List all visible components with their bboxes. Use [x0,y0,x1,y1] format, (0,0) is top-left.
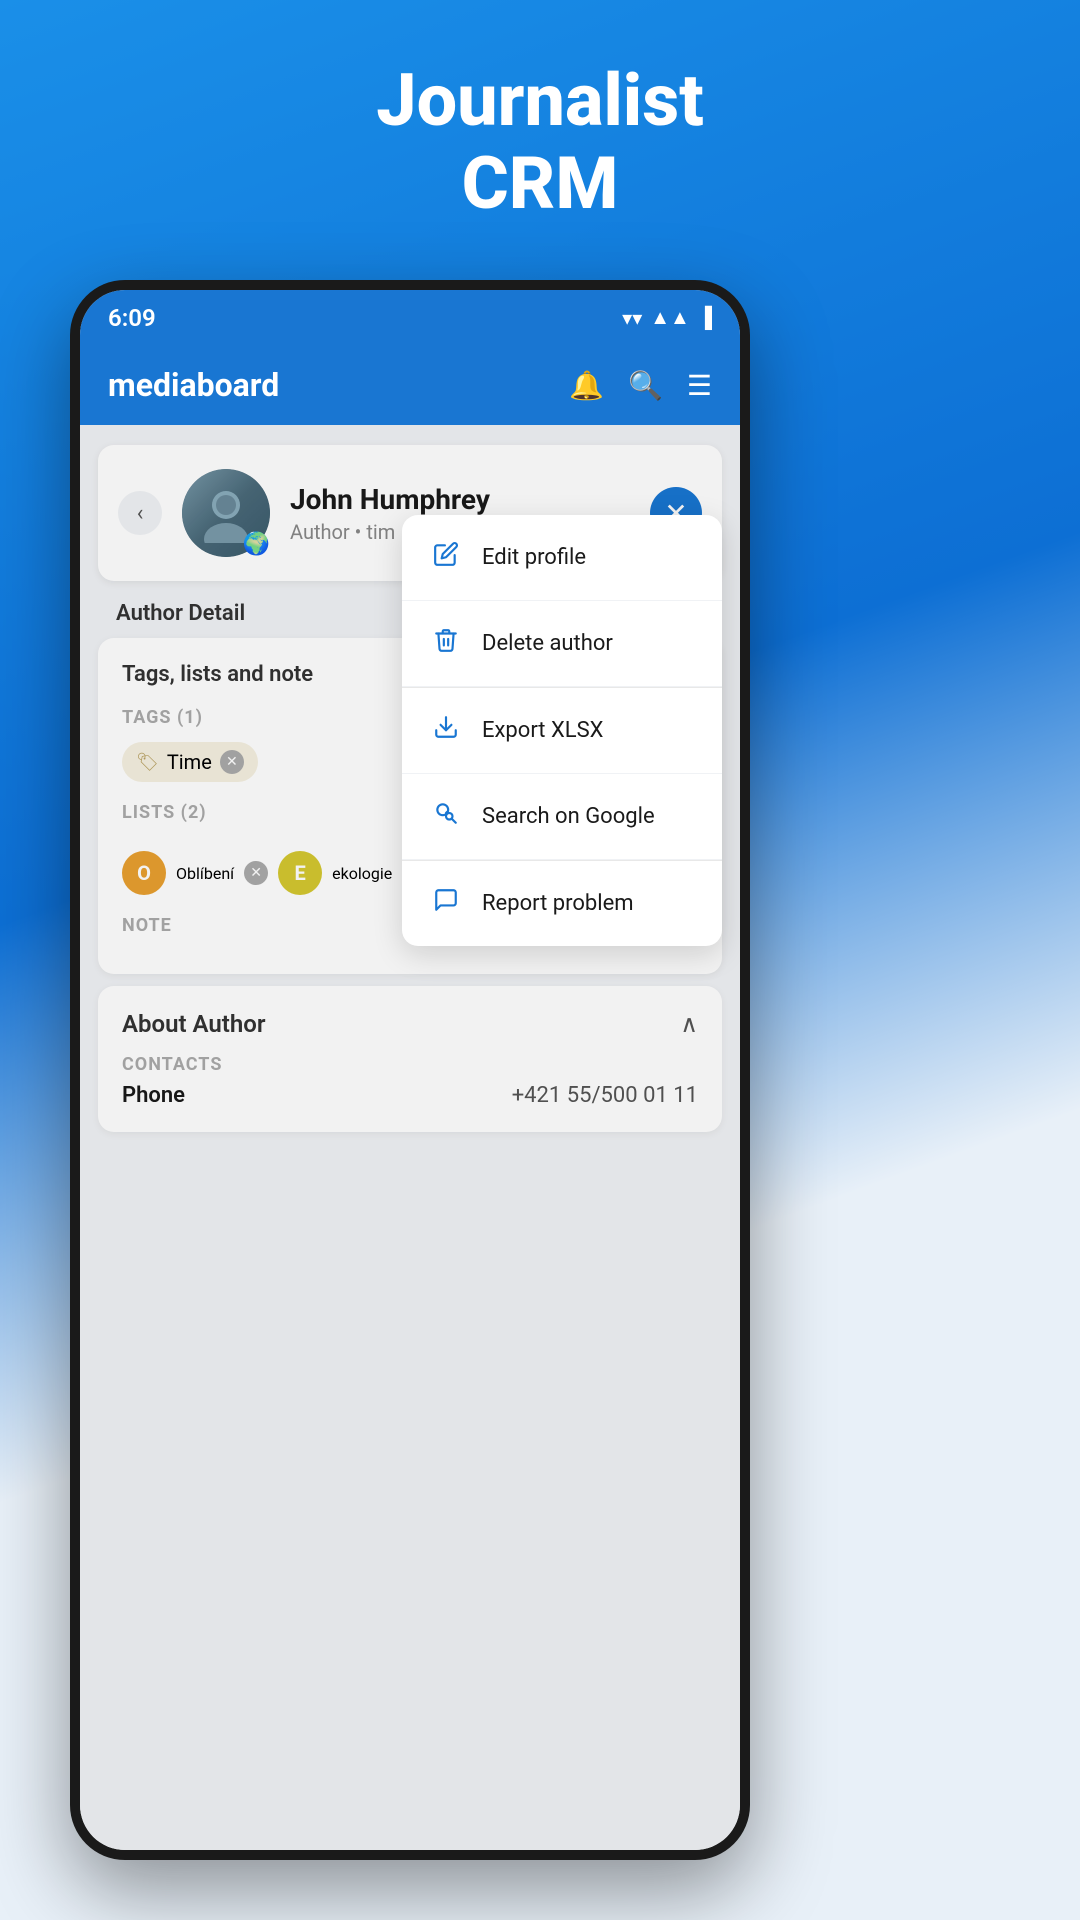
search-icon[interactable]: 🔍 [628,369,663,402]
nav-bar: mediaboard 🔔 🔍 ☰ [80,345,740,425]
menu-label-search-google: Search on Google [482,804,655,829]
menu-item-search-google[interactable]: Search on Google [402,774,722,860]
delete-icon [430,627,462,660]
app-title-area: Journalist CRM [0,0,1080,266]
menu-label-delete-author: Delete author [482,631,613,656]
wifi-icon: ▾▾ [622,306,642,330]
battery-icon: ▐ [698,305,712,330]
search-google-icon [430,800,462,833]
report-icon [430,887,462,920]
menu-item-delete-author[interactable]: Delete author [402,601,722,687]
menu-item-export-xlsx[interactable]: Export XLSX [402,688,722,774]
app-title-line2: CRM [462,141,619,226]
menu-label-report: Report problem [482,891,634,916]
menu-label-edit-profile: Edit profile [482,545,586,570]
bell-icon[interactable]: 🔔 [569,369,604,402]
nav-icons: 🔔 🔍 ☰ [569,369,712,402]
menu-icon[interactable]: ☰ [687,369,712,402]
app-title: Journalist CRM [20,60,1060,226]
menu-item-edit-profile[interactable]: Edit profile [402,515,722,601]
edit-icon [430,541,462,574]
status-bar: 6:09 ▾▾ ▲▲ ▐ [80,290,740,345]
export-icon [430,714,462,747]
menu-label-export: Export XLSX [482,718,603,743]
menu-item-report-problem[interactable]: Report problem [402,861,722,946]
brand-logo: mediaboard [108,366,279,404]
signal-icon: ▲▲ [650,305,690,330]
dropdown-menu: Edit profile Delete author [402,515,722,946]
content-area: ‹ 🌍 John [80,425,740,1850]
phone-screen: 6:09 ▾▾ ▲▲ ▐ mediaboard 🔔 🔍 ☰ ‹ [80,290,740,1850]
status-time: 6:09 [108,304,156,332]
status-icons: ▾▾ ▲▲ ▐ [622,305,712,330]
phone-frame: 6:09 ▾▾ ▲▲ ▐ mediaboard 🔔 🔍 ☰ ‹ [70,280,750,1860]
app-title-line1: Journalist [376,58,704,143]
